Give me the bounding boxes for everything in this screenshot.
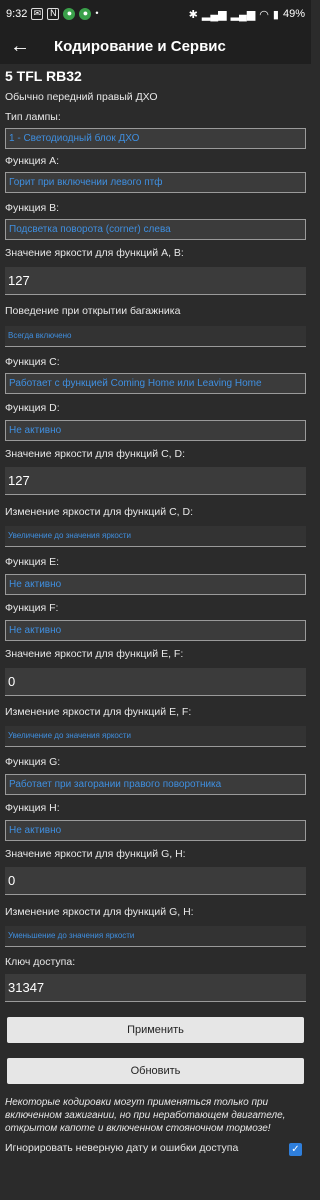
- wifi-icon: ◠: [259, 8, 269, 21]
- change-cd-select[interactable]: Увеличение до значения яркости: [5, 526, 306, 547]
- function-g-select[interactable]: Работает при загорании правого поворотни…: [5, 774, 306, 795]
- checkmark-icon: ✓: [291, 1144, 300, 1155]
- lamp-type-label: Тип лампы:: [5, 111, 61, 123]
- function-d-label: Функция D:: [5, 402, 60, 414]
- brightness-ef-label: Значение яркости для функций E, F:: [5, 648, 184, 660]
- bluetooth-icon: ✱: [188, 8, 198, 21]
- ignore-errors-row: Игнорировать неверную дату и ошибки дост…: [5, 1140, 306, 1158]
- ignore-errors-label: Игнорировать неверную дату и ошибки дост…: [5, 1142, 239, 1154]
- access-key-label: Ключ доступа:: [5, 956, 76, 968]
- module-description: Обычно передний правый ДХО: [5, 91, 158, 103]
- chat-icon: ●: [63, 8, 76, 20]
- trunk-behavior-select[interactable]: Всегда включено: [5, 326, 306, 347]
- change-gh-label: Изменение яркости для функций G, H:: [5, 906, 194, 918]
- signal-icon: ▂▄▆: [201, 8, 227, 21]
- app-bar: ← Кодирование и Сервис: [0, 28, 311, 64]
- function-h-label: Функция H:: [5, 802, 60, 814]
- page-title: Кодирование и Сервис: [54, 37, 226, 55]
- function-e-label: Функция E:: [5, 556, 60, 568]
- more-icon: •: [95, 8, 99, 18]
- function-b-label: Функция B:: [5, 202, 60, 214]
- function-c-label: Функция C:: [5, 356, 60, 368]
- warning-note: Некоторые кодировки могут применяться то…: [5, 1097, 286, 1134]
- battery-icon: ▮: [272, 8, 279, 21]
- access-key-input[interactable]: 31347: [5, 974, 306, 1002]
- brightness-cd-input[interactable]: 127: [5, 467, 306, 495]
- brightness-cd-label: Значение яркости для функций C, D:: [5, 448, 185, 460]
- change-cd-label: Изменение яркости для функций C, D:: [5, 506, 193, 518]
- function-f-label: Функция F:: [5, 602, 59, 614]
- brightness-ab-input[interactable]: 127: [5, 267, 306, 295]
- function-b-select[interactable]: Подсветка поворота (corner) слева: [5, 219, 306, 240]
- function-a-label: Функция A:: [5, 155, 60, 167]
- signal-icon: ▂▄▆: [230, 8, 256, 21]
- brightness-gh-input[interactable]: 0: [5, 867, 306, 895]
- function-g-label: Функция G:: [5, 756, 61, 768]
- function-c-select[interactable]: Работает с функцией Coming Home или Leav…: [5, 373, 306, 394]
- chat-icon: ●: [79, 8, 92, 20]
- apply-button[interactable]: Применить: [7, 1017, 304, 1043]
- trunk-behavior-label: Поведение при открытии багажника: [5, 305, 181, 317]
- lamp-type-select[interactable]: 1 - Светодиодный блок ДХО: [5, 128, 306, 149]
- status-bar: 9:32 ✉ N ● ● • ✱ ▂▄▆ ▂▄▆ ◠ ▮ 49%: [0, 0, 311, 28]
- module-title: 5 TFL RB32: [5, 68, 82, 84]
- navigation-bar: [0, 1168, 311, 1200]
- brightness-gh-label: Значение яркости для функций G, H:: [5, 848, 186, 860]
- refresh-button[interactable]: Обновить: [7, 1058, 304, 1084]
- back-arrow-icon[interactable]: ←: [0, 35, 40, 58]
- function-d-select[interactable]: Не активно: [5, 420, 306, 441]
- function-e-select[interactable]: Не активно: [5, 574, 306, 595]
- function-a-select[interactable]: Горит при включении левого птф: [5, 172, 306, 193]
- brightness-ab-label: Значение яркости для функций A, B:: [5, 247, 184, 259]
- notification-icon: N: [47, 8, 60, 20]
- brightness-ef-input[interactable]: 0: [5, 668, 306, 696]
- battery-percent: 49%: [282, 8, 305, 20]
- change-ef-select[interactable]: Увеличение до значения яркости: [5, 726, 306, 747]
- status-time: 9:32: [6, 8, 28, 20]
- change-gh-select[interactable]: Уменьшение до значения яркости: [5, 926, 306, 947]
- notification-icon: ✉: [31, 8, 44, 20]
- function-h-select[interactable]: Не активно: [5, 820, 306, 841]
- function-f-select[interactable]: Не активно: [5, 620, 306, 641]
- change-ef-label: Изменение яркости для функций E, F:: [5, 706, 192, 718]
- ignore-errors-checkbox[interactable]: ✓: [289, 1143, 302, 1156]
